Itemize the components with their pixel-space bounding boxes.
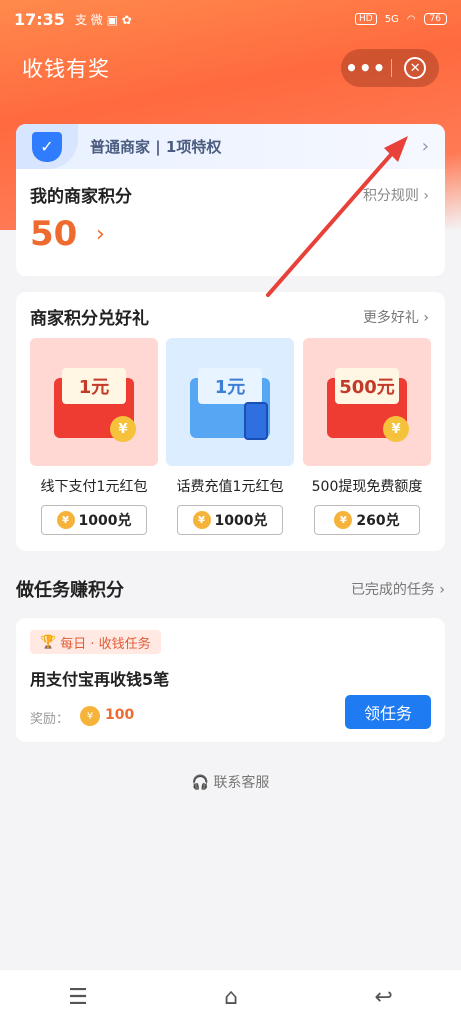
gift-image-1[interactable]: 1元 ¥: [30, 338, 158, 466]
merchant-level-bar[interactable]: ✓ 普通商家 | 1项特权 ›: [16, 124, 445, 169]
merchant-badge-icon: ✓: [16, 124, 78, 169]
reward-label: 奖励：: [30, 712, 70, 727]
headset-icon: 🎧: [191, 775, 209, 791]
status-time: 17:35: [14, 9, 65, 29]
points-arrow-icon[interactable]: ›: [96, 222, 105, 247]
home-icon[interactable]: ⌂: [224, 985, 238, 1010]
gift-note-1: 1元: [62, 368, 126, 404]
phone-icon: [244, 402, 268, 440]
reward-value: 100: [105, 707, 135, 723]
back-icon[interactable]: ↩: [374, 985, 392, 1010]
gifts-card: 商家积分兑好礼 更多好礼 › 1元 ¥ 1元 500元 ¥ 线下支付1元红包 话…: [16, 292, 445, 551]
gift-note-2: 1元: [198, 368, 262, 404]
system-navbar: ☰ ⌂ ↩: [0, 970, 461, 1024]
gift-note-3: 500元: [335, 368, 399, 404]
miniapp-capsule: ••• ✕: [341, 49, 439, 87]
battery-icon: 76: [423, 13, 447, 25]
tasks-title: 做任务赚积分: [16, 580, 124, 601]
signal-icon: 5G: [384, 13, 399, 25]
wifi-icon: ◠: [406, 13, 416, 25]
menu-icon[interactable]: ☰: [68, 985, 88, 1010]
gift-label-1: 线下支付1元红包: [40, 479, 148, 495]
coin-icon: ¥: [56, 511, 75, 529]
task-tag: 🏆 每日 · 收钱任务: [30, 630, 161, 654]
get-task-button[interactable]: 领任务: [345, 695, 431, 729]
coin-icon: ¥: [110, 416, 136, 442]
more-icon[interactable]: •••: [341, 56, 391, 80]
status-bar: 17:35 支 微 ▣ ✿ HD 5G ◠ 76: [0, 0, 461, 38]
completed-tasks-link[interactable]: 已完成的任务 ›: [351, 579, 445, 599]
notification-icons: 支 微 ▣ ✿: [74, 12, 132, 27]
redeem-button-2[interactable]: ¥1000兑: [177, 505, 283, 535]
coin-icon: ¥: [192, 511, 211, 529]
chevron-right-icon: ›: [421, 136, 429, 157]
hd-icon: HD: [354, 13, 377, 25]
trophy-icon: 🏆: [40, 634, 57, 650]
close-icon[interactable]: ✕: [404, 57, 427, 79]
points-rules-link[interactable]: 积分规则 ›: [363, 185, 429, 205]
close-button[interactable]: ✕: [391, 57, 439, 79]
redeem-button-1[interactable]: ¥1000兑: [41, 505, 147, 535]
redeem-button-3[interactable]: ¥260兑: [314, 505, 420, 535]
page-title: 收钱有奖: [22, 57, 110, 81]
points-title: 我的商家积分: [30, 187, 132, 207]
page-header: 收钱有奖 ••• ✕: [0, 38, 461, 98]
merchant-level: 普通商家 | 1项特权: [90, 138, 222, 156]
gift-label-2: 话费充值1元红包: [176, 479, 284, 495]
gift-label-3: 500提现免费额度: [311, 479, 423, 495]
coin-icon: ¥: [383, 416, 409, 442]
coin-icon: ¥: [80, 706, 100, 726]
task-name: 用支付宝再收钱5笔: [30, 670, 170, 689]
more-gifts-link[interactable]: 更多好礼 ›: [363, 307, 429, 327]
coin-icon: ¥: [334, 511, 353, 529]
gifts-title: 商家积分兑好礼: [30, 309, 149, 329]
gift-image-2[interactable]: 1元: [166, 338, 294, 466]
merchant-card: ✓ 普通商家 | 1项特权 › 我的商家积分 积分规则 › 50 ›: [16, 124, 445, 276]
customer-service-link[interactable]: 🎧 联系客服: [0, 772, 461, 792]
task-card: 🏆 每日 · 收钱任务 用支付宝再收钱5笔 奖励： ¥ 100 领任务: [16, 618, 445, 742]
gift-image-3[interactable]: 500元 ¥: [303, 338, 431, 466]
points-value[interactable]: 50: [30, 214, 77, 254]
